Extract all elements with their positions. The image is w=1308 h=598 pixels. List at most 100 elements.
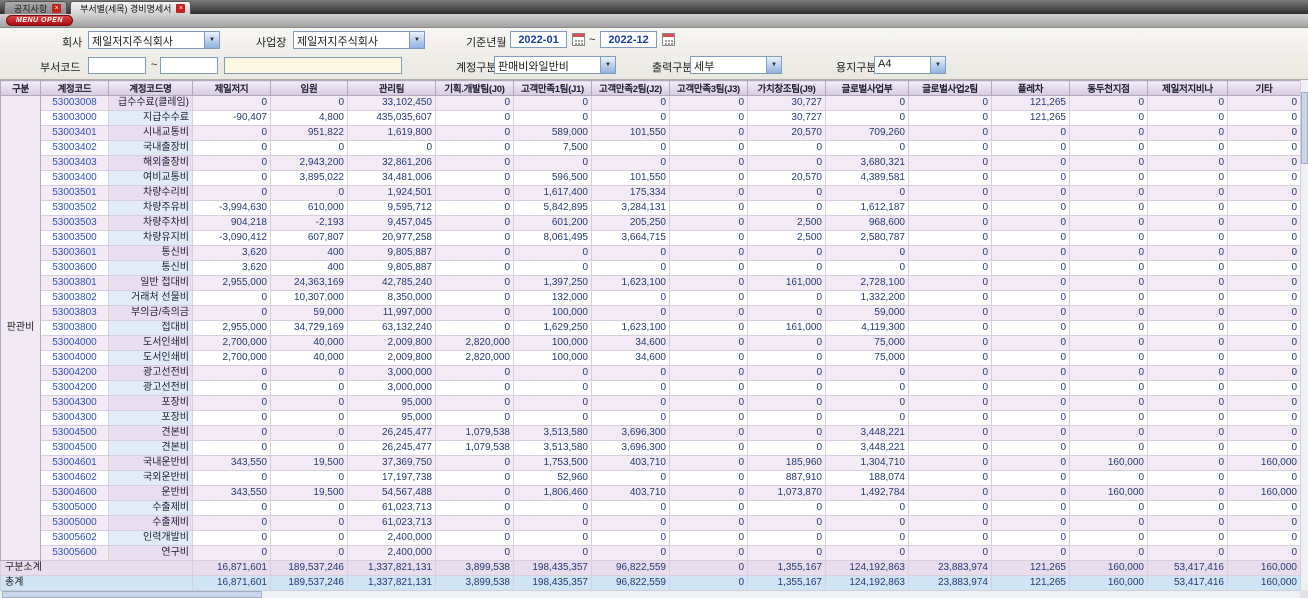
amount-cell[interactable]: 23,883,974 — [908, 560, 992, 576]
amount-cell[interactable]: 0 — [435, 215, 514, 231]
amount-cell[interactable]: 0 — [1227, 110, 1300, 126]
amount-cell[interactable]: 0 — [591, 155, 670, 171]
amount-cell[interactable]: 4,800 — [270, 110, 348, 126]
amount-cell[interactable]: 0 — [669, 290, 748, 306]
amount-cell[interactable]: 0 — [1227, 95, 1300, 111]
amount-cell[interactable]: 0 — [1227, 530, 1300, 546]
amount-cell[interactable]: 0 — [1227, 335, 1300, 351]
amount-cell[interactable]: 2,580,787 — [825, 230, 909, 246]
table-row[interactable]: 53004600 운반비 343,550 19,500 54,567,488 0 1,806… — [1, 485, 1300, 501]
account-name-cell[interactable]: 광고선전비 — [108, 380, 193, 396]
account-code-cell[interactable]: 53003601 — [40, 245, 109, 261]
amount-cell[interactable]: 0 — [991, 350, 1070, 366]
account-code-cell[interactable]: 53003801 — [40, 275, 109, 291]
amount-cell[interactable]: 0 — [1147, 230, 1228, 246]
amount-cell[interactable]: 2,009,800 — [347, 335, 436, 351]
amount-cell[interactable]: 0 — [825, 245, 909, 261]
amount-cell[interactable]: 189,537,246 — [270, 560, 348, 576]
amount-cell[interactable]: 0 — [669, 425, 748, 441]
amount-cell[interactable]: 0 — [991, 380, 1070, 396]
amount-cell[interactable]: 0 — [1147, 170, 1228, 186]
table-row[interactable]: 53004500 견본비 0 0 26,245,477 1,079,538 3,513,58… — [1, 425, 1300, 441]
amount-cell[interactable]: 0 — [435, 395, 514, 411]
account-name-cell[interactable]: 시내교통비 — [108, 125, 193, 141]
amount-cell[interactable]: 26,245,477 — [347, 425, 436, 441]
amount-cell[interactable]: 0 — [669, 485, 748, 501]
account-code-cell[interactable]: 53003503 — [40, 215, 109, 231]
amount-cell[interactable]: 0 — [825, 110, 909, 126]
amount-cell[interactable]: 121,265 — [991, 110, 1070, 126]
amount-cell[interactable]: 0 — [513, 395, 592, 411]
amount-cell[interactable]: 0 — [747, 305, 826, 321]
amount-cell[interactable]: 0 — [1069, 95, 1148, 111]
amount-cell[interactable]: 0 — [1147, 530, 1228, 546]
tab-expense-report[interactable]: 부서별(세목) 경비명세서 × — [70, 1, 192, 14]
period-to-input[interactable] — [600, 31, 657, 48]
amount-cell[interactable]: 0 — [513, 155, 592, 171]
amount-cell[interactable]: 1,629,250 — [513, 320, 592, 336]
amount-cell[interactable]: 0 — [991, 470, 1070, 486]
amount-cell[interactable]: 0 — [991, 155, 1070, 171]
amount-cell[interactable]: 19,500 — [270, 485, 348, 501]
amount-cell[interactable]: 0 — [908, 110, 992, 126]
amount-cell[interactable]: 160,000 — [1069, 575, 1148, 590]
dept-code-to-input[interactable] — [160, 57, 218, 74]
amount-cell[interactable]: 0 — [1069, 155, 1148, 171]
amount-cell[interactable]: 0 — [1147, 335, 1228, 351]
account-name-cell[interactable]: 급수수료(클레임) — [108, 95, 193, 111]
account-name-cell[interactable]: 차량유지비 — [108, 230, 193, 246]
amount-cell[interactable]: 0 — [1227, 350, 1300, 366]
account-code-cell[interactable]: 53004200 — [40, 365, 109, 381]
amount-cell[interactable]: 0 — [991, 275, 1070, 291]
account-code-cell[interactable]: 53005000 — [40, 500, 109, 516]
amount-cell[interactable]: 0 — [908, 350, 992, 366]
account-name-cell[interactable]: 국외운반비 — [108, 470, 193, 486]
amount-cell[interactable]: 0 — [591, 515, 670, 531]
amount-cell[interactable]: 0 — [435, 185, 514, 201]
amount-cell[interactable]: 61,023,713 — [347, 515, 436, 531]
amount-cell[interactable]: 0 — [1147, 140, 1228, 156]
amount-cell[interactable]: 8,350,000 — [347, 290, 436, 306]
account-name-cell[interactable]: 포장비 — [108, 410, 193, 426]
amount-cell[interactable]: 0 — [435, 320, 514, 336]
amount-cell[interactable]: 96,822,559 — [591, 575, 670, 590]
table-row[interactable]: 53003803 부의금/축의금 0 59,000 11,997,000 0 100,000… — [1, 305, 1300, 321]
account-code-cell[interactable]: 53003000 — [40, 110, 109, 126]
amount-cell[interactable]: 0 — [991, 485, 1070, 501]
amount-cell[interactable]: 0 — [1147, 410, 1228, 426]
amount-cell[interactable]: 0 — [591, 140, 670, 156]
amount-cell[interactable]: 0 — [1227, 470, 1300, 486]
amount-cell[interactable]: 0 — [825, 500, 909, 516]
account-code-cell[interactable]: 53004200 — [40, 380, 109, 396]
amount-cell[interactable]: 0 — [747, 200, 826, 216]
amount-cell[interactable]: 124,192,863 — [825, 575, 909, 590]
amount-cell[interactable]: 1,304,710 — [825, 455, 909, 471]
amount-cell[interactable]: 0 — [669, 575, 748, 590]
amount-cell[interactable]: 0 — [192, 545, 271, 561]
amount-cell[interactable]: 400 — [270, 260, 348, 276]
amount-cell[interactable]: 175,334 — [591, 185, 670, 201]
amount-cell[interactable]: 0 — [669, 545, 748, 561]
amount-cell[interactable]: 160,000 — [1069, 485, 1148, 501]
amount-cell[interactable]: 59,000 — [825, 305, 909, 321]
amount-cell[interactable]: 0 — [192, 500, 271, 516]
calendar-icon[interactable] — [572, 33, 585, 46]
company-select[interactable]: 제일저지주식회사 ▼ — [88, 31, 220, 49]
amount-cell[interactable]: 0 — [1227, 185, 1300, 201]
amount-cell[interactable]: 0 — [825, 185, 909, 201]
site-select[interactable]: 제일저지주식회사 ▼ — [293, 31, 425, 49]
amount-cell[interactable]: 0 — [669, 470, 748, 486]
amount-cell[interactable]: 161,000 — [747, 320, 826, 336]
amount-cell[interactable]: 0 — [192, 515, 271, 531]
amount-cell[interactable]: 3,448,221 — [825, 425, 909, 441]
amount-cell[interactable]: 205,250 — [591, 215, 670, 231]
account-name-cell[interactable]: 견본비 — [108, 425, 193, 441]
amount-cell[interactable]: 0 — [991, 320, 1070, 336]
amount-cell[interactable]: 0 — [908, 380, 992, 396]
table-row[interactable]: 53004300 포장비 0 0 95,000 0 0 0 0 0 0 0 0 0 0 0 — [1, 395, 1300, 411]
amount-cell[interactable]: 0 — [825, 140, 909, 156]
table-row[interactable]: 53005602 인력개발비 0 0 2,400,000 0 0 0 0 0 0 0 0 0 0 0 — [1, 530, 1300, 546]
amount-cell[interactable]: 0 — [825, 395, 909, 411]
amount-cell[interactable]: 3,000,000 — [347, 380, 436, 396]
amount-cell[interactable]: 0 — [435, 170, 514, 186]
